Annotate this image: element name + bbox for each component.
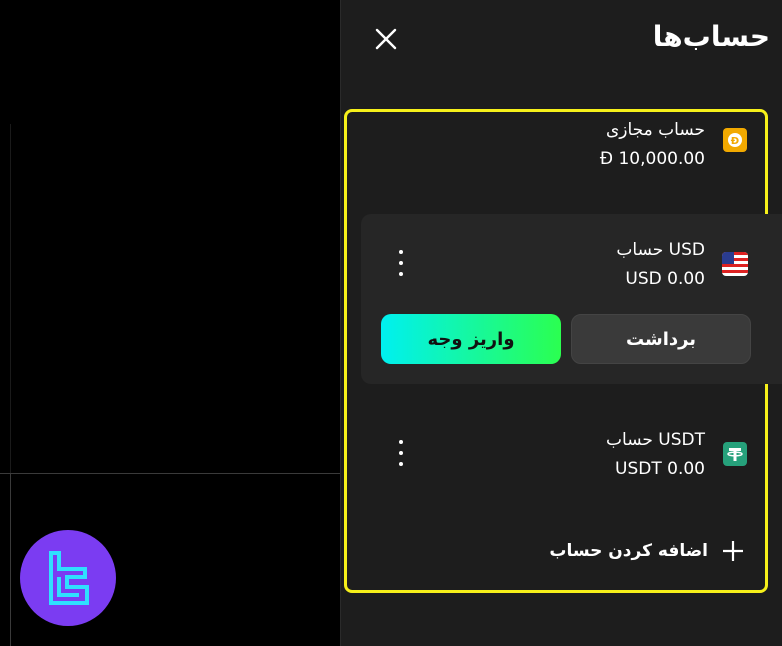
deposit-button[interactable]: واریز وجه: [381, 314, 561, 364]
dot: [399, 261, 403, 265]
dot: [399, 462, 403, 466]
us-flag-icon: [722, 252, 748, 276]
demo-coin-icon: Đ: [723, 128, 747, 152]
account-balance: USD 0.00: [625, 269, 705, 289]
account-menu-button[interactable]: [391, 246, 411, 280]
dot: [399, 272, 403, 276]
tether-icon: [723, 442, 747, 466]
crosshair-vertical: [10, 473, 11, 646]
dot: [399, 250, 403, 254]
account-name: USDT حساب: [606, 430, 705, 450]
chart-area: [0, 0, 340, 646]
svg-text:Đ: Đ: [731, 136, 739, 147]
dot: [399, 451, 403, 455]
crosshair-horizontal: [0, 473, 340, 474]
brand-logo: [20, 530, 116, 626]
withdraw-button[interactable]: برداشت: [571, 314, 751, 364]
close-icon: [375, 28, 397, 50]
accounts-panel: حساب‌ها Đ حساب مجازی Đ 10,000.00: [340, 0, 782, 646]
dot: [399, 440, 403, 444]
brand-logo-icon: [49, 551, 89, 605]
account-name: حساب مجازی: [605, 120, 705, 140]
close-button[interactable]: [371, 24, 401, 54]
plus-icon: [723, 541, 743, 561]
account-balance: Đ 10,000.00: [599, 149, 705, 169]
account-menu-button[interactable]: [391, 436, 411, 470]
panel-title: حساب‌ها: [652, 20, 770, 53]
add-account-button[interactable]: اضافه کردن حساب: [549, 538, 746, 564]
add-account-label: اضافه کردن حساب: [549, 541, 708, 561]
account-balance: USDT 0.00: [615, 459, 705, 479]
account-name: USD حساب: [616, 240, 705, 260]
